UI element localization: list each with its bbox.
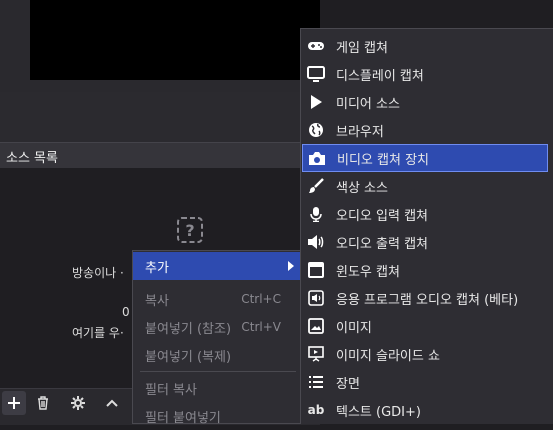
- image-icon: [306, 316, 326, 336]
- preview-canvas[interactable]: [30, 0, 320, 80]
- submenu-item-label: 이미지 슬라이드 쇼: [336, 348, 440, 364]
- empty-hint-line1: 방송이나 ·: [72, 266, 124, 280]
- remove-source-button[interactable]: [31, 391, 55, 415]
- submenu-item-image-slideshow[interactable]: 이미지 슬라이드 쇼: [302, 340, 548, 368]
- menu-item-copy[interactable]: 복사 Ctrl+C: [133, 285, 301, 313]
- submenu-item-game-capture[interactable]: 게임 캡쳐: [302, 32, 548, 60]
- microphone-icon: [306, 204, 326, 224]
- play-icon: [306, 92, 326, 112]
- submenu-item-window-capture[interactable]: 윈도우 캡쳐: [302, 256, 548, 284]
- app-audio-icon: [306, 288, 326, 308]
- menu-item-copy-filters[interactable]: 필터 복사: [133, 374, 301, 402]
- svg-text:?: ?: [185, 221, 194, 240]
- submenu-item-label: 미디어 소스: [336, 96, 400, 112]
- submenu-item-label: 디스플레이 캡쳐: [336, 68, 424, 84]
- slideshow-icon: [306, 344, 326, 364]
- submenu-item-video-capture-device[interactable]: 비디오 캡쳐 장치: [302, 144, 548, 172]
- source-properties-button[interactable]: [66, 391, 90, 415]
- move-up-button[interactable]: [100, 391, 124, 415]
- menu-item-paste-duplicate-label: 붙여넣기 (복제): [145, 349, 232, 365]
- empty-hint-line2: 0: [122, 305, 130, 319]
- menu-item-paste-filters[interactable]: 필터 붙여넣기: [133, 402, 301, 430]
- menu-item-paste-duplicate[interactable]: 붙여넣기 (복제): [133, 341, 301, 369]
- menu-item-paste-filters-label: 필터 붙여넣기: [145, 410, 221, 426]
- submenu-item-label: 색상 소스: [336, 180, 388, 196]
- submenu-item-media-source[interactable]: 미디어 소스: [302, 88, 548, 116]
- empty-hint-line3: 여기를 우·: [72, 326, 124, 340]
- submenu-item-scene[interactable]: 장면: [302, 368, 548, 396]
- menu-item-add-label: 추가: [145, 260, 169, 276]
- plus-icon: [8, 397, 20, 409]
- monitor-icon: [306, 64, 326, 84]
- submenu-item-label: 응용 프로그램 오디오 캡쳐 (베타): [336, 292, 519, 308]
- submenu-item-label: 이미지: [336, 320, 372, 336]
- list-icon: [306, 372, 326, 392]
- menu-item-copy-label: 복사: [145, 293, 169, 309]
- brush-icon: [306, 176, 326, 196]
- submenu-item-label: 윈도우 캡쳐: [336, 264, 400, 280]
- submenu-item-label: 비디오 캡쳐 장치: [337, 152, 429, 168]
- question-icon: ?: [176, 216, 204, 244]
- sources-dock-title: 소스 목록: [6, 151, 58, 166]
- preview-strip: [0, 80, 320, 92]
- submenu-item-color-source[interactable]: 색상 소스: [302, 172, 548, 200]
- menu-divider: [140, 371, 296, 372]
- menu-item-paste-reference[interactable]: 붙여넣기 (참조) Ctrl+V: [133, 313, 301, 341]
- chevron-up-icon: [106, 399, 118, 407]
- submenu-item-label: 텍스트 (GDI+): [336, 404, 421, 420]
- speaker-icon: [306, 232, 326, 252]
- submenu-item-image[interactable]: 이미지: [302, 312, 548, 340]
- submenu-item-label: 게임 캡쳐: [336, 40, 388, 56]
- submenu-item-browser[interactable]: 브라우저: [302, 116, 548, 144]
- submenu-item-label: 오디오 입력 캡쳐: [336, 208, 428, 224]
- menu-item-copy-filters-label: 필터 복사: [145, 382, 197, 398]
- submenu-item-audio-output-capture[interactable]: 오디오 출력 캡쳐: [302, 228, 548, 256]
- gear-icon: [71, 396, 85, 410]
- trash-icon: [38, 396, 48, 410]
- globe-icon: [306, 120, 326, 140]
- submenu-arrow-icon: [287, 261, 295, 271]
- paste-shortcut: Ctrl+V: [241, 320, 281, 334]
- camera-icon: [307, 148, 327, 168]
- menu-item-paste-reference-label: 붙여넣기 (참조): [145, 321, 232, 337]
- gamepad-icon: [306, 36, 326, 56]
- window-icon: [306, 260, 326, 280]
- menu-item-add[interactable]: 추가: [133, 252, 301, 280]
- submenu-item-audio-input-capture[interactable]: 오디오 입력 캡쳐: [302, 200, 548, 228]
- submenu-item-label: 장면: [336, 376, 360, 392]
- preview-side-panel: [0, 0, 30, 92]
- submenu-item-label: 브라우저: [336, 124, 384, 140]
- copy-shortcut: Ctrl+C: [241, 292, 281, 306]
- submenu-item-label: 오디오 출력 캡쳐: [336, 236, 428, 252]
- submenu-item-display-capture[interactable]: 디스플레이 캡쳐: [302, 60, 548, 88]
- submenu-item-app-audio-capture[interactable]: 응용 프로그램 오디오 캡쳐 (베타): [302, 284, 548, 312]
- submenu-item-text-gdi[interactable]: ab 텍스트 (GDI+): [302, 396, 548, 424]
- add-source-button[interactable]: [2, 391, 26, 415]
- text-icon: ab: [307, 403, 325, 417]
- controls-band: [0, 92, 320, 142]
